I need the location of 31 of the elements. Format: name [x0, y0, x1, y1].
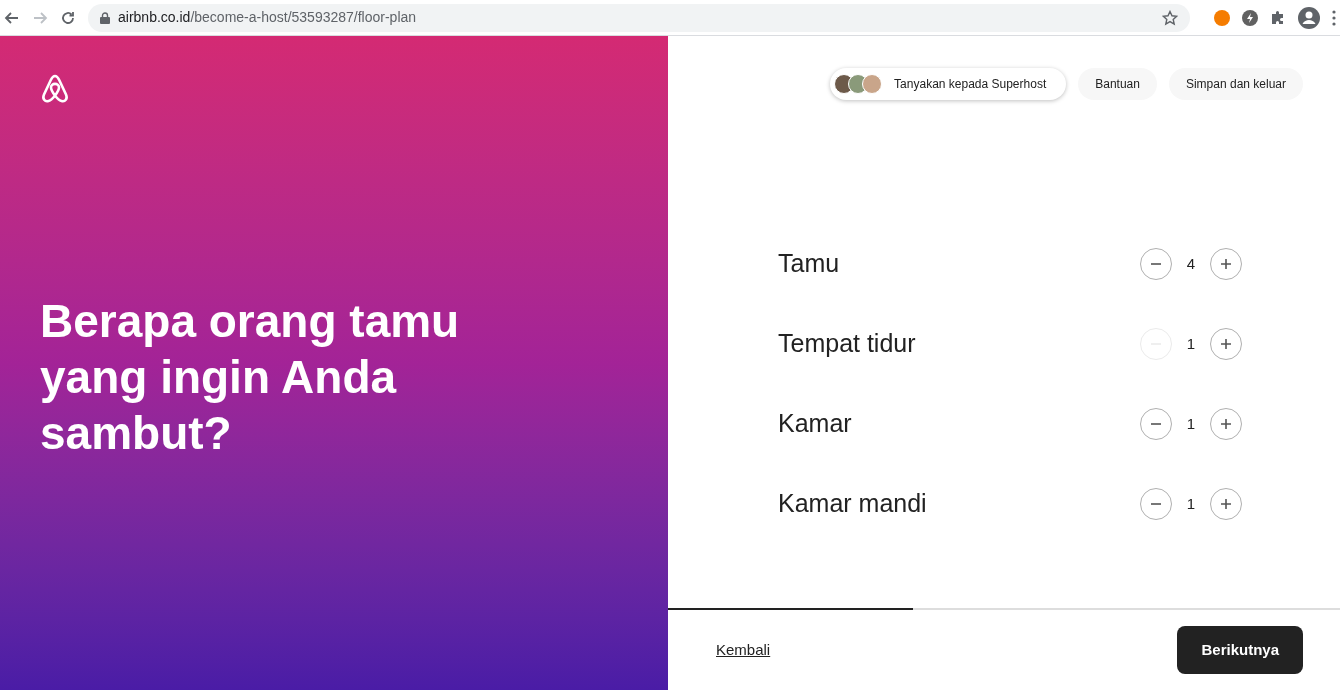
- header-button[interactable]: Simpan dan keluar: [1168, 68, 1303, 100]
- superhost-button[interactable]: Tanyakan kepada Superhost: [830, 68, 1067, 100]
- plus-icon: [1220, 498, 1232, 510]
- plus-icon: [1220, 418, 1232, 430]
- counter-label: Kamar mandi: [778, 488, 927, 520]
- logo-icon[interactable]: [40, 72, 70, 104]
- counter-value: 1: [1185, 333, 1197, 354]
- lightning-icon[interactable]: [1242, 9, 1258, 26]
- url-text: airbnb.co.id/become-a-host/53593287/floor-plan: [118, 8, 417, 27]
- counter-value: 1: [1185, 413, 1197, 434]
- counter-label: Tempat tidur: [778, 328, 916, 360]
- hero-title: Berapa orang tamu yang ingin Anda sambut?: [40, 294, 461, 461]
- counter-label: Kamar: [778, 408, 852, 440]
- menu-icon[interactable]: [1332, 9, 1336, 26]
- puzzle-icon[interactable]: [1270, 9, 1286, 26]
- extension-icon[interactable]: [1214, 9, 1230, 26]
- next-button[interactable]: Berikutnya: [1177, 626, 1303, 674]
- star-icon[interactable]: [1162, 9, 1178, 26]
- counter-value: 1: [1185, 493, 1197, 514]
- avatar: [862, 74, 883, 94]
- reload-icon[interactable]: [60, 9, 76, 26]
- counter-value: 4: [1185, 253, 1197, 274]
- header-button[interactable]: Bantuan: [1078, 68, 1157, 100]
- back-arrow-icon[interactable]: [4, 9, 20, 26]
- back-link[interactable]: Kembali: [716, 638, 771, 662]
- plus-icon: [1220, 258, 1232, 270]
- plus-icon: [1220, 338, 1232, 350]
- lock-icon: [100, 11, 110, 24]
- counter-label: Tamu: [778, 248, 840, 280]
- address-bar[interactable]: airbnb.co.id/become-a-host/53593287/floor-plan: [88, 3, 1190, 32]
- profile-icon[interactable]: [1298, 6, 1320, 29]
